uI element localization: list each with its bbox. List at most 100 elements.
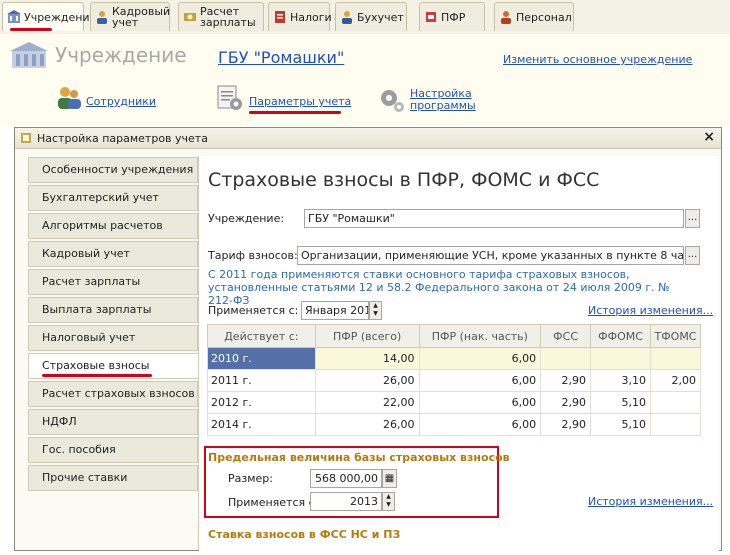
nav-item-contributions-calc[interactable]: Расчет страховых взносов xyxy=(28,381,198,407)
table-cell[interactable]: 5,10 xyxy=(590,391,651,414)
limit-size-field[interactable]: 568 000,00 xyxy=(310,469,382,488)
tariff-select-button[interactable]: ... xyxy=(685,246,700,265)
history-link[interactable]: История изменения... xyxy=(588,304,713,317)
table-cell[interactable]: 2,90 xyxy=(540,391,592,414)
institution-field[interactable]: ГБУ "Ромашки" xyxy=(304,209,684,228)
table-cell[interactable]: 2,90 xyxy=(540,369,592,392)
table-cell[interactable]: 2012 г. xyxy=(207,391,316,414)
nav-item-hr[interactable]: Кадровый учет xyxy=(28,241,198,267)
table-cell[interactable] xyxy=(590,347,651,370)
nav-item-ndfl[interactable]: НДФЛ xyxy=(28,409,198,435)
applied-from-stepper[interactable]: ▲ ▼ xyxy=(369,301,382,320)
nav-item-other-rates[interactable]: Прочие ставки xyxy=(28,465,198,491)
tab-label: Налоги xyxy=(290,10,332,24)
institution-icon xyxy=(7,10,21,23)
table-cell[interactable]: 2,90 xyxy=(540,413,592,436)
tariff-field[interactable]: Организации, применяющие УСН, кроме указ… xyxy=(297,246,684,265)
institution-select-button[interactable]: ... xyxy=(685,209,700,228)
tab-staff[interactable]: Кадровый учет xyxy=(90,2,170,31)
applied-from-field[interactable]: Января 2010 xyxy=(301,301,369,320)
document-settings-icon xyxy=(217,85,242,110)
fss-section-title: Ставка взносов в ФСС НС и ПЗ xyxy=(208,528,401,541)
payroll-icon xyxy=(184,13,196,21)
table-cell[interactable]: 5,10 xyxy=(590,413,651,436)
employees-link[interactable]: Сотрудники xyxy=(86,95,156,108)
personnel-icon xyxy=(501,11,511,24)
table-cell[interactable]: 2,00 xyxy=(649,369,702,392)
highlight-underline xyxy=(249,111,341,114)
table-header-row: Действует с: ПФР (всего) ПФР (нак. часть… xyxy=(207,324,702,348)
accounting-icon xyxy=(342,11,352,24)
table-cell[interactable]: 2011 г. xyxy=(207,369,316,392)
staff-icon xyxy=(97,11,107,24)
section-tab-bar: Учреждение Кадровый учет Расчет зарплаты… xyxy=(0,0,730,35)
limit-applied-field[interactable]: 2013 xyxy=(310,492,382,511)
table-row[interactable]: 2014 г. 26,00 6,00 2,90 5,10 xyxy=(207,413,702,436)
limit-size-label: Размер: xyxy=(228,472,273,485)
limit-applied-label: Применяется с: xyxy=(228,496,319,509)
table-cell[interactable]: 6,00 xyxy=(418,391,542,414)
building-icon xyxy=(10,42,48,68)
tariff-note: С 2011 года применяются ставки основного… xyxy=(208,268,670,307)
change-institution-link[interactable]: Изменить основное учреждение xyxy=(503,53,692,66)
nav-item-algorithms[interactable]: Алгоритмы расчетов xyxy=(28,213,198,239)
accounting-params-link[interactable]: Параметры учета xyxy=(249,95,351,108)
table-cell[interactable]: 3,10 xyxy=(590,369,651,392)
table-cell[interactable]: 26,00 xyxy=(314,369,420,392)
table-cell[interactable]: 22,00 xyxy=(314,391,420,414)
table-row[interactable]: 2010 г. 14,00 6,00 xyxy=(207,347,702,370)
program-settings-link[interactable]: Настройка программы xyxy=(410,88,476,112)
limit-section-title: Предельная величина базы страховых взнос… xyxy=(208,451,510,464)
taxes-icon xyxy=(275,11,285,23)
tab-personnel[interactable]: Персонал xyxy=(494,2,574,31)
close-icon[interactable]: × xyxy=(703,129,715,145)
column-header: ТФОМС xyxy=(649,324,702,348)
table-row[interactable]: 2011 г. 26,00 6,00 2,90 3,10 2,00 xyxy=(207,369,702,392)
tab-label: Расчет зарплаты xyxy=(200,5,256,29)
nav-item-salary-payment[interactable]: Выплата зарплаты xyxy=(28,297,198,323)
nav-item-benefits[interactable]: Гос. пособия xyxy=(28,437,198,463)
table-cell[interactable] xyxy=(649,413,702,436)
nav-item-payroll[interactable]: Расчет зарплаты xyxy=(28,269,198,295)
gears-icon xyxy=(381,90,404,112)
organization-link[interactable]: ГБУ "Ромашки" xyxy=(218,48,344,67)
highlight-underline xyxy=(42,374,152,377)
employees-icon xyxy=(58,87,81,109)
tab-pfr[interactable]: ПФР xyxy=(419,2,485,31)
table-cell[interactable]: 6,00 xyxy=(418,369,542,392)
table-cell[interactable]: 6,00 xyxy=(418,347,542,370)
table-cell[interactable]: 6,00 xyxy=(418,413,542,436)
table-cell[interactable]: 2010 г. xyxy=(207,347,316,370)
column-header: ФФОМС xyxy=(590,324,651,348)
tab-taxes[interactable]: Налоги xyxy=(268,2,332,31)
table-row[interactable]: 2012 г. 22,00 6,00 2,90 5,10 xyxy=(207,391,702,414)
column-header: ПФР (нак. часть) xyxy=(418,324,542,348)
applied-from-label: Применяется с: xyxy=(208,304,299,317)
table-cell[interactable] xyxy=(649,391,702,414)
table-cell[interactable]: 26,00 xyxy=(314,413,420,436)
table-cell[interactable] xyxy=(649,347,702,370)
tab-institution[interactable]: Учреждение xyxy=(2,2,96,31)
dialog-titlebar: Настройка параметров учета × xyxy=(15,128,721,149)
column-header: Действует с: xyxy=(207,324,316,348)
table-cell[interactable] xyxy=(540,347,592,370)
nav-item-institution-features[interactable]: Особенности учреждения xyxy=(28,157,198,183)
tab-accounting[interactable]: Бухучет xyxy=(335,2,407,31)
tariff-label: Тариф взносов: xyxy=(208,249,298,262)
tab-label: Бухучет xyxy=(357,10,404,24)
tab-payroll[interactable]: Расчет зарплаты xyxy=(178,2,264,31)
highlight-underline xyxy=(10,28,52,31)
institution-label: Учреждение: xyxy=(208,212,285,225)
nav-item-tax-accounting[interactable]: Налоговый учет xyxy=(28,325,198,351)
column-header: ФСС xyxy=(540,324,592,348)
table-cell[interactable]: 14,00 xyxy=(314,347,420,370)
nav-item-accounting[interactable]: Бухгалтерский учет xyxy=(28,185,198,211)
limit-applied-stepper[interactable]: ▲ ▼ xyxy=(382,492,395,511)
table-cell[interactable]: 2014 г. xyxy=(207,413,316,436)
calculator-icon[interactable]: ▦ xyxy=(382,469,397,488)
limit-history-link[interactable]: История изменения... xyxy=(588,495,713,508)
tab-label: Кадровый учет xyxy=(112,5,171,29)
column-header: ПФР (всего) xyxy=(314,324,420,348)
page-title: Учреждение xyxy=(55,43,187,67)
tab-label: Учреждение xyxy=(24,10,97,24)
